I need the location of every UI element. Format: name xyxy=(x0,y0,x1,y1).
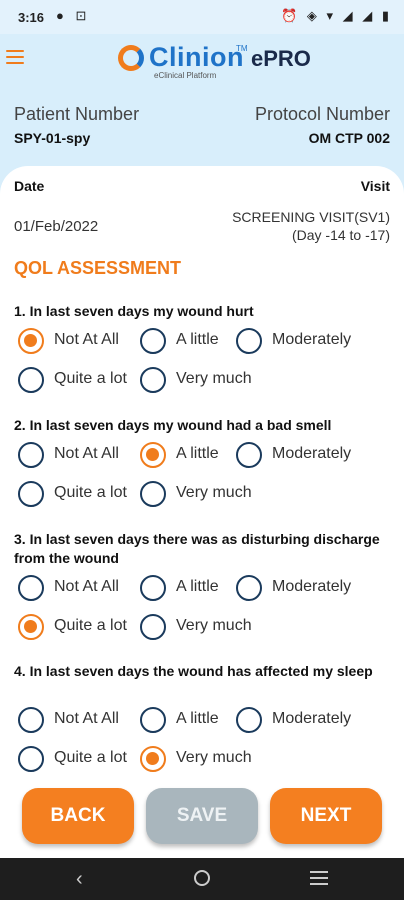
menu-icon[interactable] xyxy=(6,50,24,66)
logo-trademark: TM xyxy=(236,44,248,53)
answer-option-label: Not At All xyxy=(54,578,119,595)
radio-checked-icon[interactable] xyxy=(140,442,166,468)
question-text: 1. In last seven days my wound hurt xyxy=(14,303,254,319)
radio-unchecked-icon[interactable] xyxy=(18,442,44,468)
patient-protocol-info: Patient Number SPY-01-spy Protocol Numbe… xyxy=(14,104,390,150)
nav-home-icon[interactable] xyxy=(194,870,210,886)
system-status-icons: ⏰ ◈ ▾ ◢ ◢ ▮ xyxy=(281,8,392,23)
answer-option-label: Very much xyxy=(176,370,252,387)
patient-number-label: Patient Number xyxy=(14,104,140,124)
patient-number-value: SPY-01-spy xyxy=(14,130,91,146)
system-nav-bar: ‹ xyxy=(0,858,404,900)
radio-unchecked-icon[interactable] xyxy=(236,328,262,354)
visit-window: (Day -14 to -17) xyxy=(291,227,390,243)
date-label: Date xyxy=(14,178,45,194)
question-text: 2. In last seven days my wound had a bad… xyxy=(14,417,332,433)
answer-option-label: Not At All xyxy=(54,445,119,462)
radio-checked-icon[interactable] xyxy=(18,328,44,354)
date-value: 01/Feb/2022 xyxy=(14,218,99,235)
logo-ring-icon xyxy=(118,45,144,71)
logo-text: Clinion xyxy=(149,42,244,72)
radio-unchecked-icon[interactable] xyxy=(18,575,44,601)
section-title: QOL ASSESSMENT xyxy=(14,258,182,278)
radio-unchecked-icon[interactable] xyxy=(140,328,166,354)
nav-back-icon[interactable]: ‹ xyxy=(76,868,83,891)
answer-option-label: Quite a lot xyxy=(54,749,127,766)
answer-option-label: Very much xyxy=(176,749,252,766)
radio-unchecked-icon[interactable] xyxy=(236,575,262,601)
radio-unchecked-icon[interactable] xyxy=(140,481,166,507)
app-header: Clinion TM eClinical Platform ePRO xyxy=(0,34,404,92)
answer-option-label: Not At All xyxy=(54,710,119,727)
radio-unchecked-icon[interactable] xyxy=(236,707,262,733)
radio-unchecked-icon[interactable] xyxy=(140,707,166,733)
answer-option-label: Moderately xyxy=(272,445,352,462)
answer-option-label: A little xyxy=(176,331,219,348)
answer-option-label: Not At All xyxy=(54,331,119,348)
radio-unchecked-icon[interactable] xyxy=(18,481,44,507)
answer-option-label: Moderately xyxy=(272,710,352,727)
status-time: 3:16 xyxy=(18,10,45,25)
radio-unchecked-icon[interactable] xyxy=(18,746,44,772)
radio-checked-icon[interactable] xyxy=(140,746,166,772)
protocol-number-value: OM CTP 002 xyxy=(308,130,390,146)
status-bar: 3:16 ● ⊡ ⏰ ◈ ▾ ◢ ◢ ▮ xyxy=(0,0,404,34)
answer-option-label: A little xyxy=(176,445,219,462)
clinion-logo: Clinion TM eClinical Platform ePRO xyxy=(118,40,318,80)
visit-name: SCREENING VISIT(SV1) xyxy=(232,209,390,225)
radio-unchecked-icon[interactable] xyxy=(18,707,44,733)
back-button[interactable]: BACK xyxy=(22,788,134,844)
answer-option-label: A little xyxy=(176,710,219,727)
answer-option-label: Quite a lot xyxy=(54,484,127,501)
radio-unchecked-icon[interactable] xyxy=(18,367,44,393)
next-button[interactable]: NEXT xyxy=(270,788,382,844)
radio-unchecked-icon[interactable] xyxy=(236,442,262,468)
nav-recents-icon[interactable] xyxy=(310,871,328,889)
radio-unchecked-icon[interactable] xyxy=(140,575,166,601)
answer-option-label: Moderately xyxy=(272,331,352,348)
answer-option-label: Very much xyxy=(176,617,252,634)
radio-checked-icon[interactable] xyxy=(18,614,44,640)
answer-option-label: Quite a lot xyxy=(54,617,127,634)
answer-option-label: Moderately xyxy=(272,578,352,595)
answer-option-label: A little xyxy=(176,578,219,595)
radio-unchecked-icon[interactable] xyxy=(140,367,166,393)
protocol-number-label: Protocol Number xyxy=(254,104,390,124)
visit-label: Visit xyxy=(360,178,390,194)
product-name: ePRO xyxy=(251,46,311,71)
question-text: 3. In last seven days there was as distu… xyxy=(14,531,380,566)
form-card: Date Visit 01/Feb/2022 SCREENING VISIT(S… xyxy=(0,166,404,858)
save-button[interactable]: SAVE xyxy=(146,788,258,844)
question-text: 4. In last seven days the wound has affe… xyxy=(14,663,373,679)
visit-value: SCREENING VISIT(SV1) (Day -14 to -17) xyxy=(232,208,390,244)
answer-option-label: Quite a lot xyxy=(54,370,127,387)
notification-icons: ● ⊡ xyxy=(56,8,91,23)
radio-unchecked-icon[interactable] xyxy=(140,614,166,640)
answer-option-label: Very much xyxy=(176,484,252,501)
logo-subtitle: eClinical Platform xyxy=(154,71,217,80)
